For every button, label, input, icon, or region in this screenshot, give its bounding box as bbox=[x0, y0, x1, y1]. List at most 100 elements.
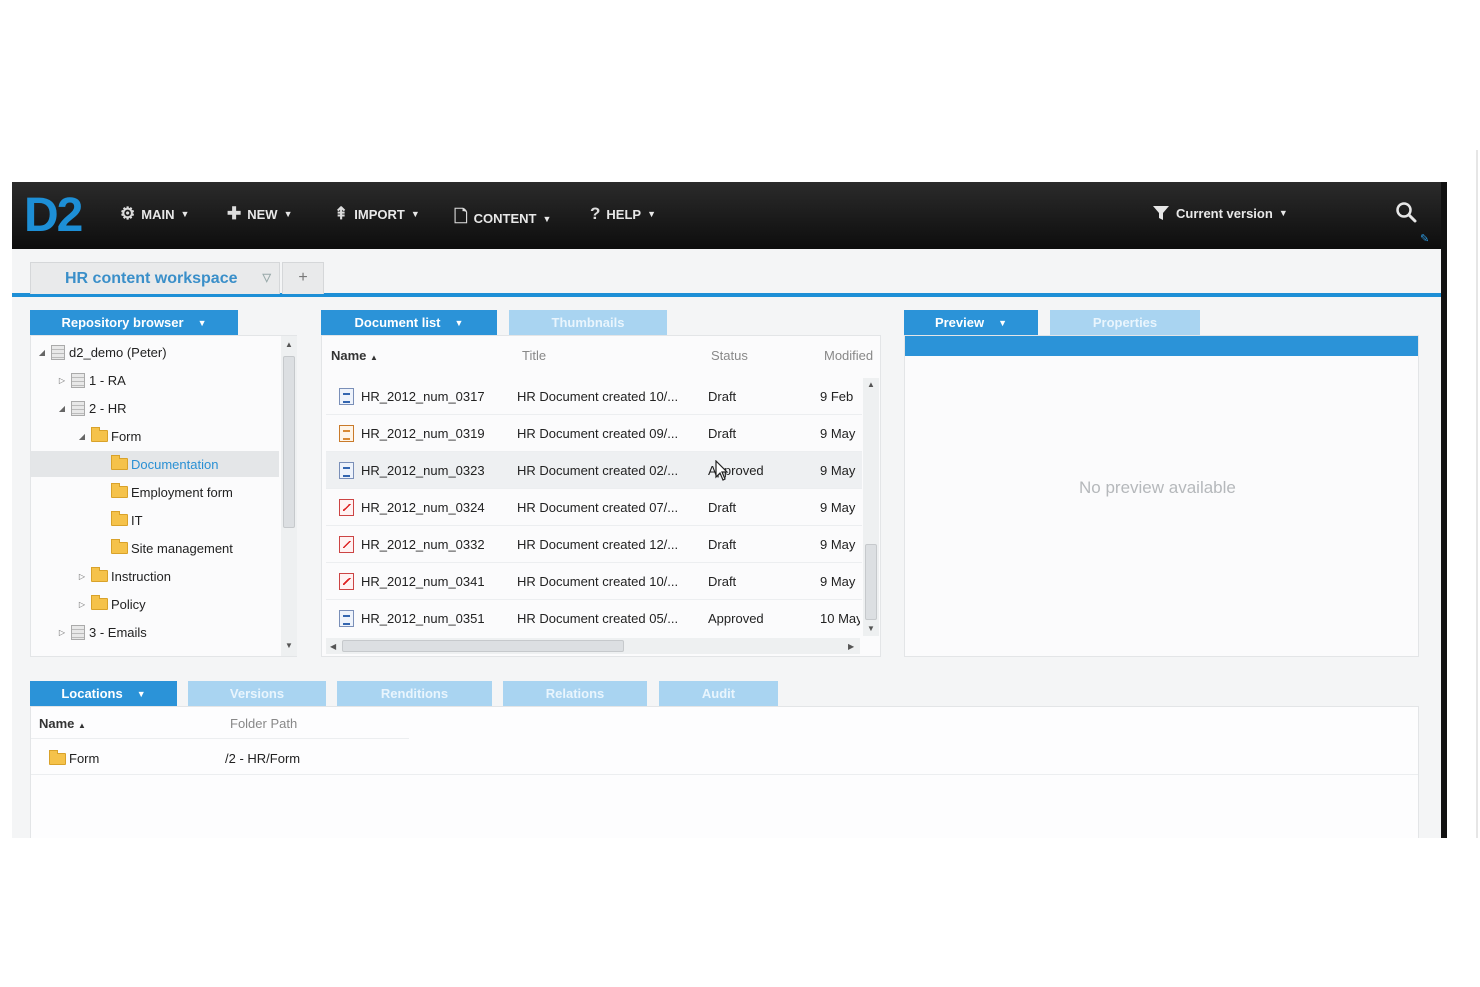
document-icon: 🗋 bbox=[454, 207, 468, 226]
locations-header-name[interactable]: Name ▲ bbox=[39, 716, 86, 731]
import-menu[interactable]: ⇞ IMPORT ▼ bbox=[334, 204, 420, 224]
tab-preview[interactable]: Preview ▼ bbox=[904, 310, 1038, 335]
collapse-arrow-icon[interactable]: ◢ bbox=[37, 348, 47, 357]
main-menu[interactable]: ⚙ MAIN ▼ bbox=[120, 204, 189, 224]
document-modified: 9 May bbox=[820, 425, 856, 441]
document-list-hscroll-thumb[interactable] bbox=[342, 640, 624, 652]
document-modified: 9 May bbox=[820, 536, 856, 552]
workspace-tab[interactable]: HR content workspace ▽ bbox=[30, 262, 280, 294]
document-list-hscrollbar[interactable]: ◀ ▶ bbox=[326, 638, 860, 654]
document-name: HR_2012_num_0317 bbox=[361, 388, 485, 404]
chevron-down-icon: ▼ bbox=[1278, 208, 1288, 218]
tree-item-label: d2_demo (Peter) bbox=[69, 344, 167, 360]
cabinet-icon bbox=[71, 624, 85, 640]
tab-thumbnails[interactable]: Thumbnails bbox=[509, 310, 667, 335]
document-status: Draft bbox=[708, 425, 737, 441]
tab-audit[interactable]: Audit bbox=[659, 681, 778, 706]
pin-icon[interactable]: ✎ bbox=[1420, 232, 1429, 245]
document-title: HR Document created 07/... bbox=[517, 499, 679, 515]
tree-item[interactable]: ▷ 1 - RA bbox=[31, 367, 279, 393]
tree-item[interactable]: ▷ Policy bbox=[31, 591, 279, 617]
new-menu[interactable]: ✚ NEW ▼ bbox=[227, 204, 293, 224]
expand-arrow-icon[interactable]: ▷ bbox=[57, 376, 67, 385]
folder-icon bbox=[91, 567, 108, 582]
document-status: Draft bbox=[708, 388, 737, 404]
pdf-document-icon bbox=[339, 535, 354, 553]
tab-repository-browser[interactable]: Repository browser ▼ bbox=[30, 310, 238, 335]
tab-thumbnails-label: Thumbnails bbox=[551, 315, 625, 330]
scroll-right-icon[interactable]: ▶ bbox=[848, 642, 854, 651]
tab-document-list[interactable]: Document list ▼ bbox=[321, 310, 497, 335]
chevron-down-icon: ▼ bbox=[410, 209, 420, 219]
scroll-up-icon[interactable]: ▲ bbox=[285, 340, 293, 349]
tree-scroll-thumb[interactable] bbox=[283, 356, 295, 528]
scroll-up-icon[interactable]: ▲ bbox=[867, 380, 875, 389]
folder-icon bbox=[91, 595, 108, 610]
folder-icon bbox=[111, 539, 128, 554]
tab-repository-browser-label: Repository browser bbox=[61, 315, 184, 330]
tree-item-label: Instruction bbox=[111, 568, 171, 584]
xml-document-icon bbox=[339, 424, 354, 442]
tree-item[interactable]: ▷ 3 - Emails bbox=[31, 619, 279, 645]
help-menu[interactable]: ? HELP ▼ bbox=[590, 204, 656, 224]
scroll-down-icon[interactable]: ▼ bbox=[285, 641, 293, 650]
add-workspace-button[interactable]: + bbox=[282, 262, 324, 294]
document-row[interactable]: HR_2012_num_0324 HR Document created 07/.… bbox=[326, 489, 862, 526]
document-list-vscroll-thumb[interactable] bbox=[865, 544, 877, 620]
tree-item[interactable]: Employment form bbox=[31, 479, 279, 505]
tree-item[interactable]: Site management bbox=[31, 535, 279, 561]
document-row[interactable]: HR_2012_num_0332 HR Document created 12/.… bbox=[326, 526, 862, 563]
tree-scrollbar[interactable]: ▲ ▼ bbox=[281, 336, 297, 656]
plus-icon: ✚ bbox=[227, 204, 242, 223]
search-button[interactable] bbox=[1394, 200, 1418, 226]
tree-item[interactable]: ◢ d2_demo (Peter) bbox=[31, 339, 279, 365]
column-header-name[interactable]: Name ▲ bbox=[331, 348, 378, 363]
document-row[interactable]: HR_2012_num_0323 HR Document created 02/.… bbox=[326, 452, 862, 489]
location-row[interactable]: Form /2 - HR/Form bbox=[31, 743, 1418, 775]
repository-icon bbox=[51, 344, 65, 360]
document-row[interactable]: HR_2012_num_0319 HR Document created 09/.… bbox=[326, 415, 862, 452]
document-row[interactable]: HR_2012_num_0341 HR Document created 10/.… bbox=[326, 563, 862, 600]
word-document-icon bbox=[339, 461, 354, 479]
document-status: Draft bbox=[708, 536, 737, 552]
tab-relations[interactable]: Relations bbox=[503, 681, 647, 706]
tab-versions-label: Versions bbox=[229, 686, 285, 701]
tab-versions[interactable]: Versions bbox=[188, 681, 326, 706]
document-row[interactable]: HR_2012_num_0317 HR Document created 10/.… bbox=[326, 378, 862, 415]
tab-properties[interactable]: Properties bbox=[1050, 310, 1200, 335]
column-header-title[interactable]: Title bbox=[522, 348, 546, 363]
top-navigation-bar: D2 ⚙ MAIN ▼ ✚ NEW ▼ ⇞ IMPORT ▼ 🗋 CONTENT… bbox=[12, 182, 1446, 249]
tree-item[interactable]: ◢ 2 - HR bbox=[31, 395, 279, 421]
tab-audit-label: Audit bbox=[701, 686, 736, 701]
expand-arrow-icon[interactable]: ▷ bbox=[57, 628, 67, 637]
column-header-status[interactable]: Status bbox=[711, 348, 748, 363]
tree-item-label: IT bbox=[131, 512, 143, 528]
content-menu[interactable]: 🗋 CONTENT ▼ bbox=[454, 204, 551, 233]
tab-locations[interactable]: Locations ▼ bbox=[30, 681, 177, 706]
chevron-down-icon[interactable]: ▽ bbox=[263, 271, 271, 284]
scroll-down-icon[interactable]: ▼ bbox=[867, 624, 875, 633]
tree-item-label: 3 - Emails bbox=[89, 624, 147, 640]
document-row[interactable]: HR_2012_num_0351 HR Document created 05/.… bbox=[326, 600, 862, 636]
tab-renditions[interactable]: Renditions bbox=[337, 681, 492, 706]
collapse-arrow-icon[interactable]: ◢ bbox=[77, 432, 87, 441]
tree-item[interactable]: ◢ Form bbox=[31, 423, 279, 449]
document-list-panel: Name ▲ Title Status Modified HR_2012_num… bbox=[321, 335, 881, 657]
workspace-tab-label: HR content workspace bbox=[65, 269, 238, 287]
scroll-left-icon[interactable]: ◀ bbox=[330, 642, 336, 651]
document-list-vscrollbar[interactable]: ▲ ▼ bbox=[863, 378, 879, 636]
version-filter-label: Current version bbox=[1176, 205, 1273, 221]
repository-tree: ◢ d2_demo (Peter) ▷ 1 - RA ◢ 2 - HR ◢ Form Docum… bbox=[31, 339, 281, 655]
expand-arrow-icon[interactable]: ▷ bbox=[77, 572, 87, 581]
expand-arrow-icon[interactable]: ▷ bbox=[77, 600, 87, 609]
tree-item[interactable]: IT bbox=[31, 507, 279, 533]
column-header-modified[interactable]: Modified bbox=[824, 348, 873, 363]
tree-item[interactable]: ▷ Instruction bbox=[31, 563, 279, 589]
collapse-arrow-icon[interactable]: ◢ bbox=[57, 404, 67, 413]
locations-header-folder-path[interactable]: Folder Path bbox=[230, 716, 297, 731]
tree-item[interactable]: Documentation bbox=[31, 451, 279, 477]
version-filter[interactable]: Current version ▼ bbox=[1152, 204, 1288, 222]
document-title: HR Document created 05/... bbox=[517, 610, 679, 626]
content-menu-label: CONTENT bbox=[473, 211, 537, 226]
tab-renditions-label: Renditions bbox=[380, 686, 449, 701]
